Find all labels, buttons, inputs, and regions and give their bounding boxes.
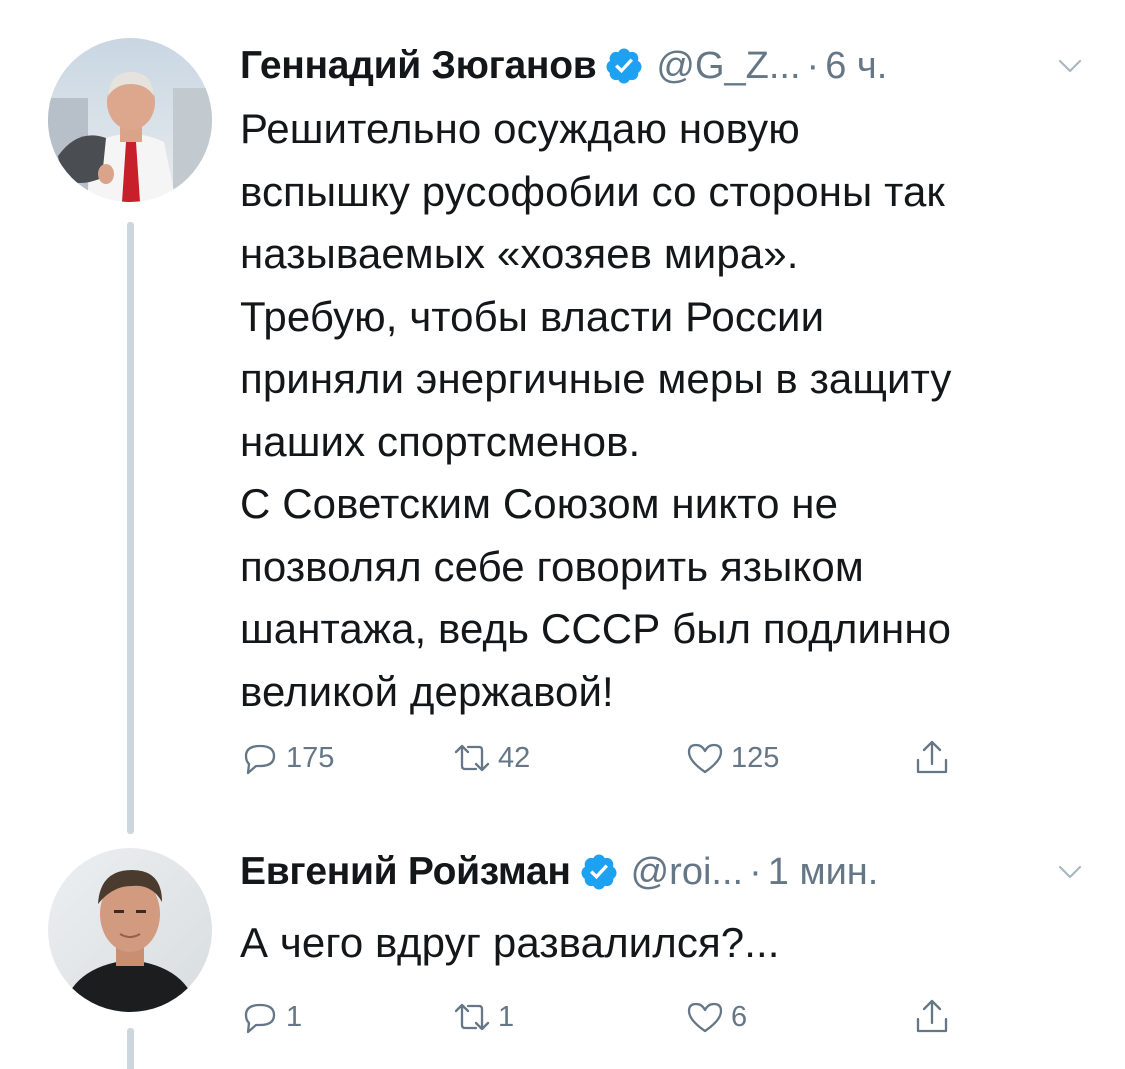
verified-badge-icon (604, 46, 644, 86)
author-name[interactable]: Геннадий Зюганов (240, 44, 597, 88)
tweet-header: Геннадий Зюганов @G_Z... · 6 ч. (240, 36, 1085, 96)
reply-icon (244, 744, 276, 775)
share-button[interactable] (912, 992, 952, 1042)
retweet-button[interactable]: 1 (452, 992, 514, 1042)
separator-dot: · (749, 850, 762, 893)
tweet[interactable]: Евгений Ройзман @roi... · 1 мин. А чего … (0, 840, 1125, 1069)
reply-button[interactable]: 1 (240, 992, 302, 1042)
avatar[interactable] (48, 848, 212, 1012)
author-name[interactable]: Евгений Ройзман (240, 850, 571, 894)
tweet-text: Решительно осуждаю новую вспышку русофоб… (240, 105, 952, 715)
timestamp[interactable]: 6 ч. (825, 45, 887, 88)
share-icon (916, 740, 948, 774)
like-count: 6 (731, 1000, 748, 1033)
like-count: 125 (731, 741, 780, 774)
retweet-icon (454, 1003, 490, 1031)
tweet-text: А чего вдруг развалился?... (240, 919, 780, 966)
chevron-down-icon[interactable] (1055, 51, 1085, 81)
retweet-count: 1 (498, 1000, 515, 1033)
like-button[interactable]: 125 (685, 733, 779, 783)
timestamp[interactable]: 1 мин. (768, 851, 879, 894)
tweet-actions: 1 1 6 (240, 992, 1085, 1042)
tweet-header: Евгений Ройзман @roi... · 1 мин. (240, 842, 1085, 902)
share-icon (916, 999, 948, 1033)
avatar-photo (48, 848, 212, 1012)
tweet-actions: 175 42 125 (240, 733, 1085, 783)
reply-button[interactable]: 175 (240, 733, 334, 783)
reply-icon (244, 1003, 276, 1034)
heart-icon (687, 1002, 723, 1033)
retweet-button[interactable]: 42 (452, 733, 530, 783)
author-handle[interactable]: @G_Z... (656, 45, 800, 88)
like-button[interactable]: 6 (685, 992, 747, 1042)
tweet[interactable]: Геннадий Зюганов @G_Z... · 6 ч. Решитель… (0, 0, 1125, 840)
retweet-icon (454, 744, 490, 772)
chevron-down-icon[interactable] (1055, 857, 1085, 887)
reply-count: 1 (286, 1000, 303, 1033)
author-handle[interactable]: @roi... (631, 851, 743, 894)
verified-badge-icon (579, 852, 619, 892)
retweet-count: 42 (498, 741, 531, 774)
avatar-photo (48, 38, 212, 202)
separator-dot: · (806, 44, 820, 87)
thread-line (127, 1028, 134, 1069)
reply-count: 175 (286, 741, 335, 774)
avatar[interactable] (48, 38, 212, 202)
share-button[interactable] (912, 733, 952, 783)
thread-line (127, 222, 134, 834)
heart-icon (687, 743, 723, 774)
